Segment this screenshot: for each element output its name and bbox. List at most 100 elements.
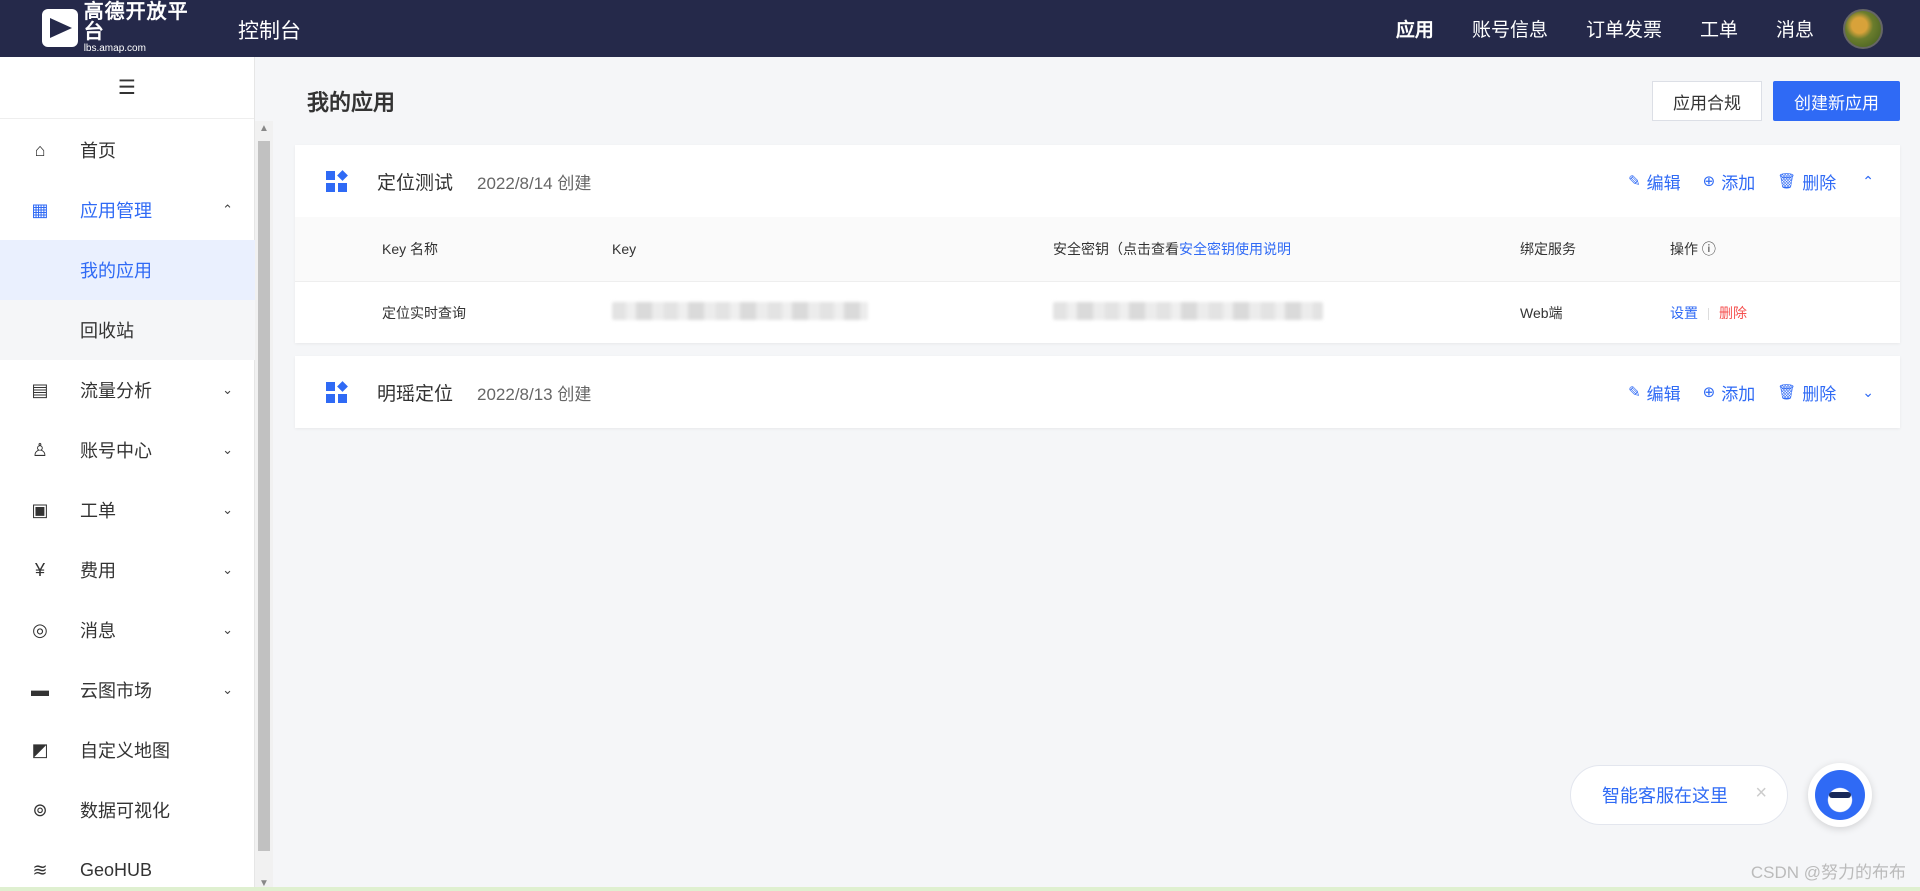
sidebar-item-cloud-market[interactable]: ▬ 云图市场 ⌄	[0, 660, 255, 720]
sidebar-subitem-recycle-bin[interactable]: 回收站	[0, 300, 255, 360]
ticket-icon: ▣	[31, 499, 49, 520]
masked-key	[612, 302, 868, 320]
scrollbar-thumb[interactable]	[258, 141, 270, 851]
store-icon: ▬	[31, 679, 49, 700]
app-name: 明瑶定位	[377, 383, 454, 405]
col-key: Key	[612, 241, 637, 257]
logo-title: 高德开放平台	[83, 1, 189, 43]
nav-tickets[interactable]: 工单	[1700, 15, 1738, 42]
console-title[interactable]: 控制台	[238, 15, 301, 45]
service-cell: Web端	[1520, 304, 1563, 321]
sidebar-item-data-visualization[interactable]: ⊚ 数据可视化	[0, 780, 255, 840]
add-label: 添加	[1721, 173, 1756, 193]
expand-toggle[interactable]: ⌄	[1858, 384, 1874, 401]
delete-app-button[interactable]: 🗑 删除	[1777, 169, 1836, 194]
sidebar-item-app-management[interactable]: ▦ 应用管理 ⌃	[0, 180, 255, 240]
edit-icon: ✎	[1628, 384, 1641, 401]
map-icon: ◩	[31, 739, 49, 760]
user-icon: ♙	[31, 439, 49, 460]
trash-icon: 🗑	[1777, 173, 1797, 190]
sidebar-item-label: 工单	[80, 501, 116, 521]
scroll-up-arrow-icon[interactable]: ▲	[259, 123, 269, 134]
app-icon	[326, 381, 348, 404]
robot-icon	[1815, 770, 1865, 820]
info-icon[interactable]: ⓘ	[1702, 241, 1716, 257]
sidebar-item-label: 云图市场	[80, 681, 152, 701]
chevron-down-icon: ⌄	[222, 622, 233, 637]
nav-messages[interactable]: 消息	[1776, 15, 1814, 42]
sidebar-scrollbar[interactable]: ▲ ▼	[255, 121, 273, 891]
yen-icon: ¥	[34, 559, 45, 580]
delete-label: 删除	[1802, 384, 1837, 404]
add-key-button[interactable]: ⊕ 添加	[1703, 169, 1756, 194]
col-service: 绑定服务	[1520, 241, 1576, 257]
sidebar-item-label: 费用	[80, 561, 116, 581]
amap-logo[interactable]: 高德开放平台 lbs.amap.com	[42, 2, 202, 54]
sidebar-item-label: 账号中心	[80, 441, 152, 461]
close-icon[interactable]: ×	[1755, 782, 1767, 805]
sidebar-item-custom-map[interactable]: ◩ 自定义地图	[0, 720, 255, 780]
col-key-name: Key 名称	[382, 241, 439, 257]
sidebar-item-account-center[interactable]: ♙ 账号中心 ⌄	[0, 420, 255, 480]
nav-account-info[interactable]: 账号信息	[1472, 15, 1548, 42]
edit-label: 编辑	[1646, 173, 1681, 193]
top-bar: 高德开放平台 lbs.amap.com 控制台 应用 账号信息 订单发票 工单 …	[0, 0, 1920, 57]
add-label: 添加	[1721, 384, 1756, 404]
bottom-stripe	[0, 887, 1920, 891]
ops-header-label: 操作	[1670, 241, 1698, 257]
ops-cell: 设置 删除	[1670, 303, 1747, 323]
nav-apps[interactable]: 应用	[1396, 15, 1434, 42]
chart-icon: ▤	[31, 379, 49, 400]
support-bot-avatar[interactable]	[1808, 763, 1872, 827]
secret-value-masked[interactable]	[1053, 302, 1323, 323]
table-header-row: Key 名称 Key 安全密钥（点击查看安全密钥使用说明 绑定服务 操作 ⓘ	[295, 217, 1900, 281]
sidebar-item-home[interactable]: ⌂ 首页	[0, 120, 255, 180]
app-created-date: 2022/8/13 创建	[477, 384, 592, 404]
add-key-button[interactable]: ⊕ 添加	[1703, 380, 1756, 405]
sidebar-subitem-my-apps[interactable]: 我的应用	[0, 240, 255, 300]
chevron-up-icon: ⌃	[222, 202, 233, 217]
chevron-down-icon: ⌄	[1862, 383, 1874, 400]
logo-icon	[42, 9, 78, 47]
settings-link[interactable]: 设置	[1670, 305, 1698, 321]
key-name-cell: 定位实时查询	[382, 304, 466, 321]
trash-icon: 🗑	[1777, 384, 1797, 401]
plus-circle-icon: ⊕	[1702, 384, 1716, 401]
secret-header-label: 安全密钥（点击查看	[1053, 241, 1179, 257]
avatar[interactable]	[1843, 9, 1883, 49]
sidebar: ☰ ⌂ 首页 ▦ 应用管理 ⌃ 我的应用 回收站 ▤ 流量分析 ⌄ ♙ 账号中心…	[0, 57, 255, 891]
sidebar-item-billing[interactable]: ¥ 费用 ⌄	[0, 540, 255, 600]
menu-toggle-icon[interactable]: ☰	[0, 57, 254, 119]
app-card: 定位测试 2022/8/14 创建 ✎ 编辑 ⊕ 添加 🗑 删除 ⌃ Key 名称 K…	[295, 145, 1900, 343]
sidebar-item-traffic-analysis[interactable]: ▤ 流量分析 ⌄	[0, 360, 255, 420]
app-card-header[interactable]: 明瑶定位 2022/8/13 创建 ✎ 编辑 ⊕ 添加 🗑 删除 ⌄	[295, 356, 1900, 428]
delete-key-link[interactable]: 删除	[1719, 305, 1747, 321]
app-compliance-button[interactable]: 应用合规	[1652, 81, 1762, 121]
sidebar-item-label: 应用管理	[80, 201, 152, 221]
logo-subtitle: lbs.amap.com	[83, 43, 146, 54]
table-row: 定位实时查询 Web端 设置 删除	[295, 281, 1900, 343]
sidebar-item-geohub[interactable]: ≋ GeoHUB	[0, 840, 255, 891]
create-app-button[interactable]: 创建新应用	[1773, 81, 1900, 121]
edit-icon: ✎	[1628, 173, 1641, 190]
edit-app-button[interactable]: ✎ 编辑	[1628, 169, 1681, 194]
collapse-toggle[interactable]: ⌃	[1858, 173, 1874, 190]
secret-help-link[interactable]: 安全密钥使用说明	[1179, 241, 1291, 257]
sidebar-menu: ⌂ 首页 ▦ 应用管理 ⌃ 我的应用 回收站 ▤ 流量分析 ⌄ ♙ 账号中心 ⌄…	[0, 120, 255, 891]
chevron-down-icon: ⌄	[222, 682, 233, 697]
nav-invoices[interactable]: 订单发票	[1586, 15, 1662, 42]
edit-app-button[interactable]: ✎ 编辑	[1628, 380, 1681, 405]
chat-text: 智能客服在这里	[1602, 786, 1728, 806]
app-card-header[interactable]: 定位测试 2022/8/14 创建 ✎ 编辑 ⊕ 添加 🗑 删除 ⌃	[295, 145, 1900, 217]
chevron-down-icon: ⌄	[222, 382, 233, 397]
delete-label: 删除	[1802, 173, 1837, 193]
masked-secret	[1053, 302, 1323, 320]
chevron-up-icon: ⌃	[1862, 172, 1874, 189]
delete-app-button[interactable]: 🗑 删除	[1777, 380, 1836, 405]
smart-support-bubble[interactable]: 智能客服在这里 ×	[1570, 765, 1788, 825]
sidebar-item-messages[interactable]: ◎ 消息 ⌄	[0, 600, 255, 660]
chevron-down-icon: ⌄	[222, 562, 233, 577]
sidebar-item-tickets[interactable]: ▣ 工单 ⌄	[0, 480, 255, 540]
key-table: Key 名称 Key 安全密钥（点击查看安全密钥使用说明 绑定服务 操作 ⓘ 定…	[295, 217, 1900, 343]
message-icon: ◎	[32, 619, 48, 640]
